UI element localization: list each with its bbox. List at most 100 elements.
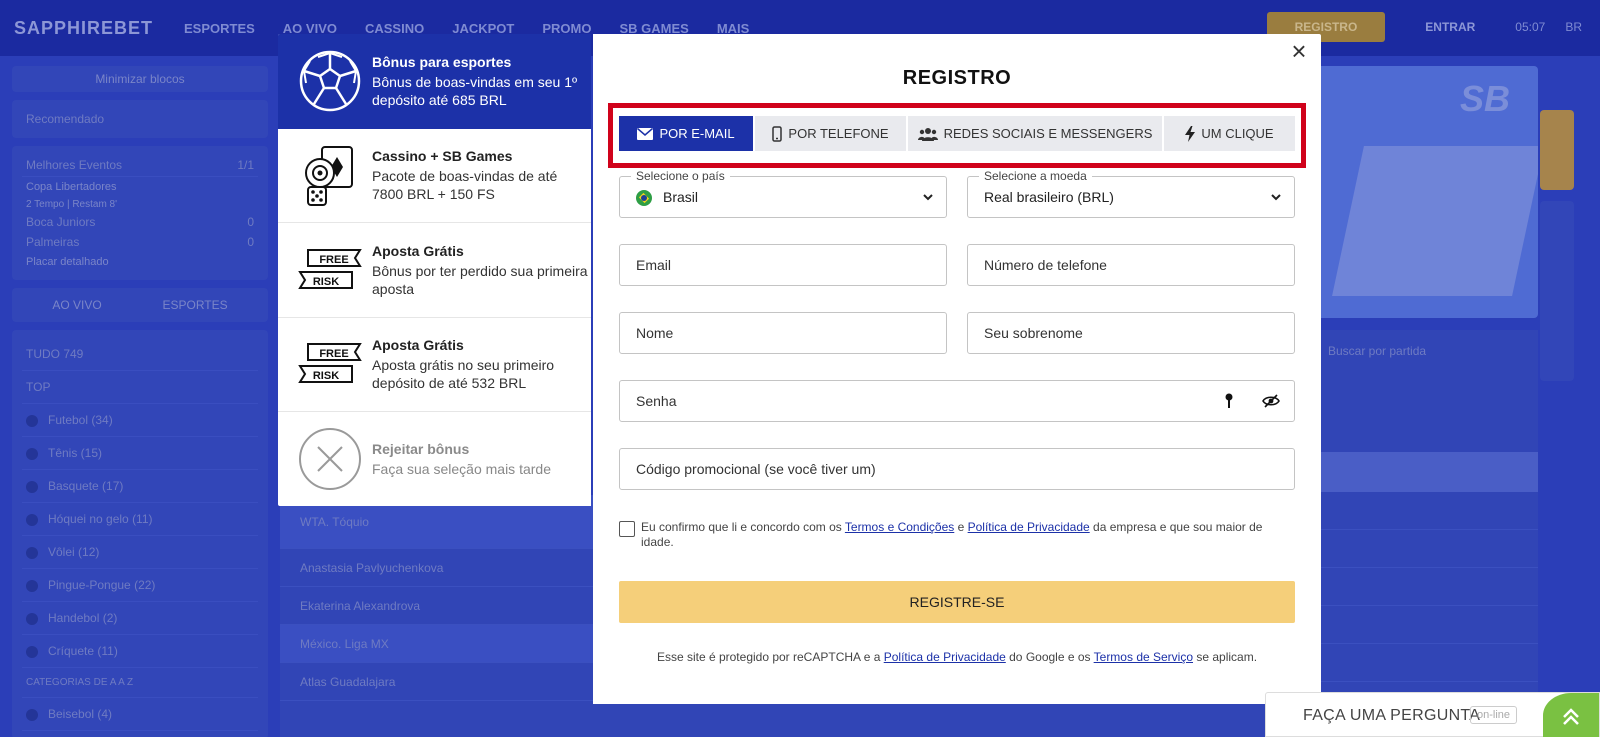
phone-placeholder: Número de telefone <box>984 257 1107 273</box>
sport-row: Críquete (11) <box>22 635 258 668</box>
sb-logo-icon: SB <box>1459 78 1510 119</box>
currency-legend: Selecione a moeda <box>979 169 1092 183</box>
password-field[interactable]: Senha <box>619 380 1295 422</box>
search-bg: Buscar por partida <box>1328 344 1427 358</box>
online-badge: on-line <box>1470 706 1518 724</box>
all-sports: TUDO 749 <box>22 338 258 371</box>
tab-email[interactable]: POR E-MAIL <box>619 116 753 151</box>
soccer-ball-icon <box>298 49 362 113</box>
bonus-title: Aposta Grátis <box>372 242 464 259</box>
currency-value: Real brasileiro (BRL) <box>984 189 1114 205</box>
best-events-label: Melhores Eventos <box>26 158 123 172</box>
recommended-label: Recomendado <box>26 112 105 126</box>
svg-text:RISK: RISK <box>313 370 339 382</box>
bonus-desc: Pacote de boas-vindas de até 7800 BRL + … <box>372 168 558 203</box>
recommended-panel: Recomendado <box>12 100 268 138</box>
side-strip-bg <box>1540 66 1590 737</box>
google-terms-link[interactable]: Termos de Serviço <box>1094 650 1193 664</box>
best-events-panel: Melhores Eventos 1/1 Copa Libertadores 2… <box>12 146 268 280</box>
brazil-flag-icon <box>636 190 652 206</box>
register-submit-button[interactable]: REGISTRE-SE <box>619 581 1295 623</box>
promo-placeholder: Código promocional (se você tiver um) <box>636 461 876 477</box>
consent-text: Eu confirmo que li e concordo com os Ter… <box>641 520 1263 549</box>
match-league: Copa Libertadores <box>26 181 117 193</box>
tab-social[interactable]: REDES SOCIAIS E MESSENGERS <box>908 116 1162 151</box>
phone-field[interactable]: Número de telefone <box>967 244 1295 286</box>
registration-tabs: POR E-MAIL POR TELEFONE REDES SOCIAIS E … <box>619 116 1295 151</box>
country-value: Brasil <box>663 189 699 205</box>
consent-checkbox[interactable] <box>619 521 635 537</box>
promo-code-field[interactable]: Código promocional (se você tiver um) <box>619 448 1295 490</box>
header-time: 05:07 <box>1515 20 1546 34</box>
promo-banner-bg: SB <box>1308 66 1538 318</box>
help-label: FAÇA UMA PERGUNTA <box>1303 707 1481 724</box>
email-field[interactable]: Email <box>619 244 947 286</box>
lightning-icon <box>1185 125 1196 142</box>
google-privacy-link[interactable]: Política de Privacidade <box>884 650 1006 664</box>
password-placeholder: Senha <box>636 393 677 409</box>
score-a: 0 <box>247 215 254 229</box>
svg-text:FREE: FREE <box>319 254 348 266</box>
currency-select[interactable]: Selecione a moeda Real brasileiro (BRL) <box>967 169 1295 218</box>
phone-icon <box>772 125 783 142</box>
bonus-desc: Aposta grátis no seu primeiro depósito d… <box>372 357 555 392</box>
sport-row: Handebol (2) <box>22 602 258 635</box>
score-b: 0 <box>247 235 254 249</box>
tab-label: POR E-MAIL <box>659 126 735 141</box>
casino-chips-icon <box>298 143 362 207</box>
name-placeholder: Nome <box>636 325 674 341</box>
hide-blocks: Minimizar blocos <box>12 66 268 92</box>
tab-live-bg: AO VIVO <box>52 298 102 312</box>
tab-label: REDES SOCIAIS E MESSENGERS <box>943 126 1153 141</box>
top-label: TOP <box>22 371 258 404</box>
free-risk-icon: FREE RISK <box>298 238 362 302</box>
modal-title: REGISTRO <box>902 67 1012 89</box>
reject-x-icon <box>298 427 362 491</box>
key-icon[interactable] <box>1224 393 1234 409</box>
surname-placeholder: Seu sobrenome <box>984 325 1083 341</box>
bonus-title: Cassino + SB Games <box>372 148 513 165</box>
team-b: Palmeiras <box>26 235 80 249</box>
close-icon[interactable]: × <box>1287 38 1311 64</box>
svg-text:FREE: FREE <box>319 348 348 360</box>
sport-row: Basquete (17) <box>22 470 258 503</box>
right-column-bg: Buscar por partida <box>1308 330 1538 737</box>
privacy-link[interactable]: Política de Privacidade <box>968 520 1090 534</box>
chevron-down-icon <box>1271 194 1281 201</box>
match-time: 2 Tempo | Restam 8' <box>26 199 118 210</box>
eye-off-icon[interactable] <box>1262 393 1280 409</box>
nav-esportes: ESPORTES <box>184 20 255 36</box>
tab-label: POR TELEFONE <box>788 126 889 141</box>
bonus-title: Bônus para esportes <box>372 54 512 71</box>
best-events-count: 1/1 <box>237 158 254 172</box>
tab-label: UM CLIQUE <box>1201 126 1274 141</box>
tab-phone[interactable]: POR TELEFONE <box>755 116 906 151</box>
tab-sports-bg: ESPORTES <box>162 298 228 312</box>
terms-link[interactable]: Termos e Condições <box>845 520 954 534</box>
site-logo: SAPPHIREBET <box>14 17 154 38</box>
recaptcha-notice: Esse site é protegido por reCAPTCHA e a … <box>656 650 1258 664</box>
bonus-title: Rejeitar bônus <box>372 441 470 458</box>
sport-row: Pingue-Pongue (22) <box>22 569 258 602</box>
bonus-reject[interactable]: Rejeitar bônus Faça sua seleção mais tar… <box>278 412 591 506</box>
bonus-casino[interactable]: Cassino + SB Games Pacote de boas-vindas… <box>278 129 591 223</box>
consent-row: Eu confirmo que li e concordo com os Ter… <box>619 520 1295 550</box>
categories-label: CATEGORIAS DE A A Z <box>22 668 258 698</box>
bonus-desc: Faça sua seleção mais tarde <box>372 461 551 478</box>
sport-row: Futebol (34) <box>22 404 258 437</box>
tab-one-click[interactable]: UM CLIQUE <box>1164 116 1295 151</box>
name-field[interactable]: Nome <box>619 312 947 354</box>
bonus-free-bet-loss[interactable]: FREE RISK Aposta Grátis Bônus por ter pe… <box>278 223 591 318</box>
bonus-sports[interactable]: Bônus para esportes Bônus de boas-vindas… <box>278 34 591 129</box>
bonus-desc: Bônus por ter perdido sua primeira apost… <box>372 262 588 297</box>
chevron-up-double-icon[interactable] <box>1543 693 1599 737</box>
surname-field[interactable]: Seu sobrenome <box>967 312 1295 354</box>
free-risk-icon: FREE RISK <box>298 332 362 396</box>
help-chat-widget[interactable]: FAÇA UMA PERGUNTA on-line <box>1265 692 1600 737</box>
bonus-title: Aposta Grátis <box>372 337 464 354</box>
bonus-desc: Bônus de boas-vindas em seu 1º depósito … <box>372 74 578 109</box>
bonus-free-bet-deposit[interactable]: FREE RISK Aposta Grátis Aposta grátis no… <box>278 318 591 412</box>
envelope-icon <box>637 127 654 140</box>
country-select[interactable]: Selecione o país Brasil <box>619 169 947 218</box>
sports-list: TUDO 749 TOP Futebol (34) Tênis (15) Bas… <box>12 330 268 737</box>
